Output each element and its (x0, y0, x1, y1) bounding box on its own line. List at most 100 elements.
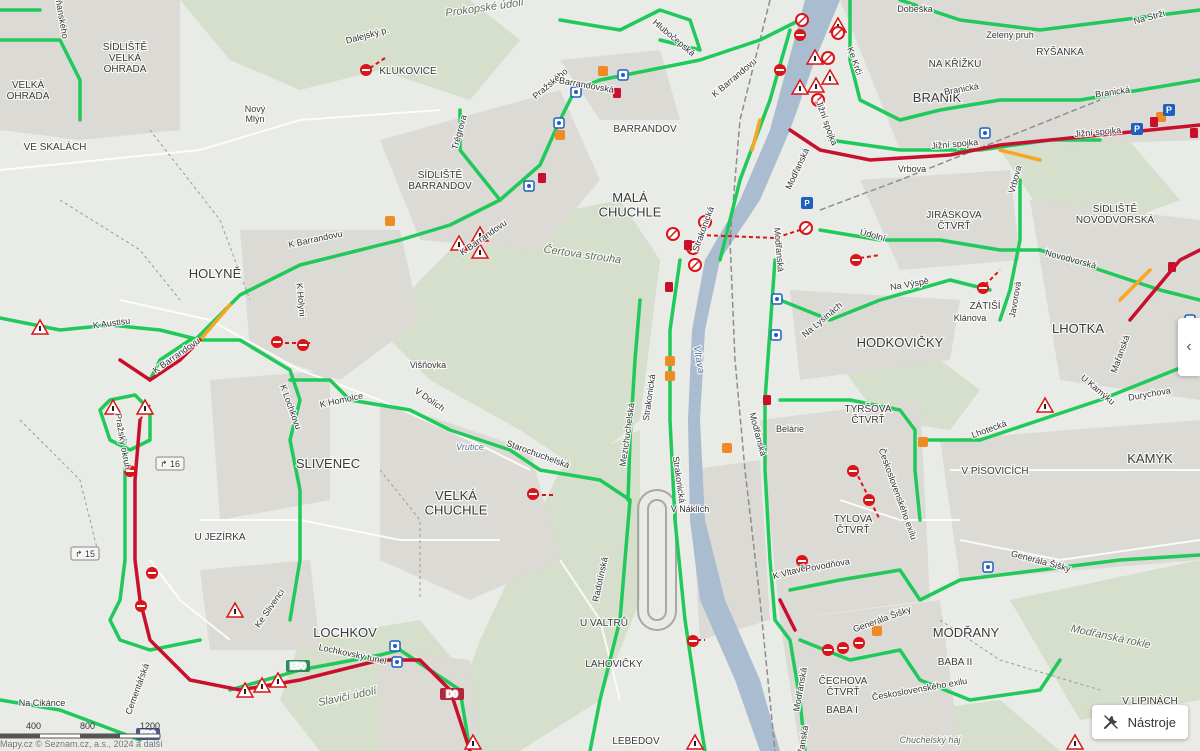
incident-icon[interactable] (613, 88, 621, 98)
restriction-icon[interactable] (666, 227, 680, 241)
bus-stop-icon[interactable] (771, 293, 783, 305)
district-label-kamyk: KAMÝK (1127, 451, 1173, 466)
incident-icon[interactable] (1168, 262, 1176, 272)
district-label-u-jezirka: U JEZÍRKA (194, 530, 245, 543)
highway-shield-d0: D0 (446, 689, 458, 699)
no-entry-icon[interactable] (977, 282, 989, 294)
restriction-icon[interactable] (799, 221, 813, 235)
district-label-zatisi: ZÁTIŠÍ (969, 299, 1000, 312)
tools-icon (1103, 715, 1118, 729)
copyright-text: © Seznam.cz, a.s., 2024 a (35, 739, 142, 749)
street-label-v-nakli: V Náklích (671, 504, 710, 514)
district-label-velka-ohrada: VELKÁ OHRADA (7, 78, 50, 102)
exit-sign-exit-15: ↱ 15 (75, 549, 95, 559)
event-icon[interactable] (598, 66, 608, 76)
no-entry-icon[interactable] (853, 637, 865, 649)
event-icon[interactable] (555, 130, 565, 140)
event-icon[interactable] (665, 356, 675, 366)
restriction-icon[interactable] (688, 258, 702, 272)
svg-text:P: P (804, 199, 810, 208)
copyright-brand: Mapy.cz (0, 739, 33, 749)
district-label-holyne: HOLYNĚ (189, 266, 242, 281)
bus-stop-icon[interactable] (617, 69, 629, 81)
parking-icon[interactable]: P (1131, 123, 1143, 135)
no-entry-icon[interactable] (360, 64, 372, 76)
scale-label-400: 400 (26, 721, 42, 731)
district-label-zeleny-pruh: Zelený pruh (986, 30, 1034, 40)
district-label-v-pisovicich: V PÍSOVICÍCH (961, 464, 1028, 477)
bus-stop-icon[interactable] (982, 561, 994, 573)
street-label-klanova: Klánova (954, 313, 987, 323)
chevron-left-icon: ‹ (1186, 338, 1192, 355)
exit-sign-exit-16: ↱ 16 (160, 459, 180, 469)
district-label-baba-ii: BABA II (938, 657, 972, 668)
restriction-icon[interactable] (831, 26, 845, 40)
incident-icon[interactable] (538, 173, 546, 183)
natural-label-chuchelsky-haj: Chuchelský háj (899, 735, 961, 745)
district-label-visnovka: Višňovka (410, 360, 446, 370)
district-label-lebedov: LEBEDOV (612, 736, 660, 747)
event-icon[interactable] (722, 443, 732, 453)
no-entry-icon[interactable] (527, 488, 539, 500)
no-entry-icon[interactable] (687, 635, 699, 647)
district-label-lochkov: LOCHKOV (313, 625, 377, 640)
district-label-novy-mlyn: Nový Mlýn (245, 104, 266, 124)
district-label-slivenec: SLIVENEC (296, 456, 360, 471)
district-label-rysanka: RYŠANKA (1036, 45, 1084, 58)
no-entry-icon[interactable] (822, 644, 834, 656)
incident-icon[interactable] (665, 282, 673, 292)
no-entry-icon[interactable] (146, 567, 158, 579)
street-label-vrbova: Vrbova (898, 164, 926, 174)
no-entry-icon[interactable] (135, 600, 147, 612)
district-label-klukovice: KLUKOVICE (379, 66, 437, 77)
incident-icon[interactable] (1150, 117, 1158, 127)
no-entry-icon[interactable] (847, 465, 859, 477)
district-label-modrany: MODŘANY (933, 625, 1000, 640)
street-label-na-cikance: Na Cikánce (19, 698, 66, 708)
copyright-more-link[interactable]: další (144, 739, 163, 749)
event-icon[interactable] (918, 437, 928, 447)
map-canvas[interactable]: P P P SÍDLIŠTĚ VELKÁ OHRADA VELKÁ OHRADA VE S… (0, 0, 1200, 751)
incident-icon[interactable] (1190, 128, 1198, 138)
bus-stop-icon[interactable] (523, 180, 535, 192)
panel-collapse-button[interactable]: ‹ (1178, 318, 1200, 376)
parking-icon[interactable]: P (1163, 104, 1175, 116)
bus-stop-icon[interactable] (770, 329, 782, 341)
district-label-lahovicky: LAHOVIČKY (585, 657, 643, 670)
restriction-icon[interactable] (821, 51, 835, 65)
restriction-icon[interactable] (795, 13, 809, 27)
no-entry-icon[interactable] (863, 494, 875, 506)
district-label-dobeska: Dobeška (897, 4, 933, 14)
event-icon[interactable] (385, 216, 395, 226)
district-label-barrandov: BARRANDOV (613, 124, 677, 135)
district-label-tylova-ctvrt: TYLOVA ČTVRŤ (834, 514, 873, 536)
svg-text:P: P (1166, 105, 1172, 115)
event-icon[interactable] (665, 371, 675, 381)
no-entry-icon[interactable] (837, 642, 849, 654)
highway-shield-e50: E50 (290, 661, 306, 671)
no-entry-icon[interactable] (297, 339, 309, 351)
no-entry-icon[interactable] (774, 64, 786, 76)
bus-stop-icon[interactable] (979, 127, 991, 139)
district-label-na-krizku: NA KŘÍŽKU (929, 57, 982, 70)
tools-button[interactable]: Nástroje (1091, 705, 1188, 739)
district-label-sidliste-velka-ohrada: SÍDLIŠTĚ VELKÁ OHRADA (103, 40, 148, 75)
district-label-belarie: Belárie (776, 424, 804, 434)
district-label-ve-skalach: VE SKALÁCH (24, 140, 87, 153)
district-label-baba-i: BABA I (826, 705, 858, 716)
scale-label-800: 800 (80, 721, 96, 731)
bus-stop-icon[interactable] (389, 640, 401, 652)
no-entry-icon[interactable] (850, 254, 862, 266)
no-entry-icon[interactable] (271, 336, 283, 348)
bus-stop-icon[interactable] (553, 117, 565, 129)
district-label-u-valtru: U VALTRŮ (580, 616, 628, 629)
no-entry-icon[interactable] (794, 29, 806, 41)
natural-label-vrutice: Vrutice (456, 442, 484, 452)
incident-icon[interactable] (763, 395, 771, 405)
map-copyright: Mapy.cz © Seznam.cz, a.s., 2024 a další (0, 739, 163, 749)
bus-stop-icon[interactable] (391, 656, 403, 668)
park-and-ride-icon[interactable]: P (801, 197, 813, 209)
tools-label: Nástroje (1127, 714, 1176, 730)
svg-text:P: P (1134, 124, 1140, 134)
district-label-hodkovicky: HODKOVIČKY (857, 335, 944, 350)
